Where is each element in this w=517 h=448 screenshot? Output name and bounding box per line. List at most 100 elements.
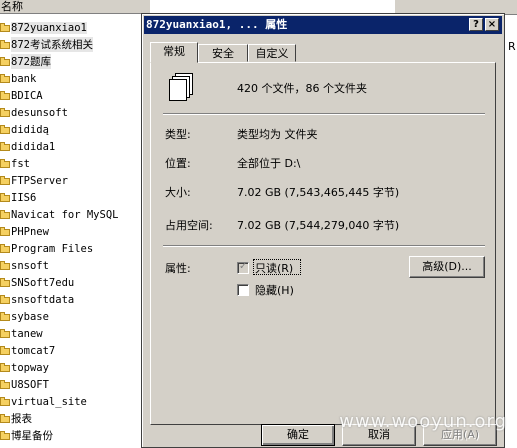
list-item[interactable]: tanew [0, 325, 150, 342]
type-value: 类型均为 文件夹 [237, 128, 318, 141]
list-item-name: 872考试系统相关 [11, 37, 93, 52]
size-on-disk-label: 占用空间: [165, 219, 213, 232]
list-item[interactable]: 872题库 [0, 53, 150, 70]
size-value: 7.02 GB (7,543,465,445 字节) [237, 186, 400, 199]
list-item[interactable]: Navicat for MySQL [0, 206, 150, 223]
folder-icon [0, 312, 10, 321]
list-item-name: BDICA [11, 89, 43, 102]
list-item-name: 872题库 [11, 54, 51, 69]
list-item-name: 报表 [11, 413, 32, 425]
folder-icon [0, 261, 10, 270]
folder-icon [0, 125, 10, 134]
list-item-name: tomcat7 [11, 344, 56, 357]
list-item-name: didida1 [11, 140, 56, 153]
folder-icon [0, 193, 10, 202]
file-list: 872yuanxiao1 872考试系统相关 872题库 bank BDICA desun… [0, 19, 150, 444]
list-item[interactable]: Program Files [0, 240, 150, 257]
folder-icon [0, 414, 10, 423]
list-item[interactable]: FTPServer [0, 172, 150, 189]
hidden-checkbox[interactable] [237, 284, 249, 296]
close-button[interactable]: × [485, 18, 499, 31]
multiple-files-icon [169, 73, 195, 103]
advanced-button[interactable]: 高级(D)... [409, 256, 485, 278]
list-item-name: snsoftdata [11, 293, 75, 306]
name-column-label: 名称 [1, 0, 23, 13]
folder-icon [0, 74, 10, 83]
name-column-header[interactable]: 名称 [0, 0, 150, 14]
list-item-name: topway [11, 361, 49, 374]
list-item-name: PHPnew [11, 225, 49, 238]
folder-icon [0, 431, 10, 440]
folder-icon [0, 40, 10, 49]
list-item[interactable]: snsoft [0, 257, 150, 274]
list-item-name: Program Files [11, 242, 94, 255]
list-item[interactable]: snsoftdata [0, 291, 150, 308]
watermark-text: www.wooyun.org [339, 411, 507, 432]
list-item[interactable]: tomcat7 [0, 342, 150, 359]
list-item-name: 博星备份 [11, 430, 53, 442]
list-item[interactable]: 872考试系统相关 [0, 36, 150, 53]
list-item-name: sybase [11, 310, 49, 323]
list-item[interactable]: 博星备份 [0, 427, 150, 444]
list-item[interactable]: PHPnew [0, 223, 150, 240]
list-item[interactable]: SNSoft7edu [0, 274, 150, 291]
truncated-column-text: R [508, 40, 516, 53]
list-item[interactable]: dididą [0, 121, 150, 138]
folder-icon [0, 57, 10, 66]
list-item-name: desunsoft [11, 106, 68, 119]
list-item-name: snsoft [11, 259, 49, 272]
folder-icon [0, 346, 10, 355]
selection-summary: 420 个文件，86 个文件夹 [237, 82, 367, 95]
list-item[interactable]: BDICA [0, 87, 150, 104]
list-item-name: FTPServer [11, 174, 68, 187]
help-button[interactable]: ? [469, 18, 483, 31]
list-item[interactable]: topway [0, 359, 150, 376]
type-label: 类型: [165, 128, 191, 141]
list-item-name: 872yuanxiao1 [11, 21, 87, 34]
folder-icon [0, 329, 10, 338]
dialog-title: 872yuanxiao1, ... 属性 [146, 18, 288, 31]
properties-dialog: 872yuanxiao1, ... 属性 ? × 常规 安全 自定义 420 个… [141, 13, 505, 448]
dialog-titlebar[interactable]: 872yuanxiao1, ... 属性 ? × [144, 16, 502, 34]
list-item-name: Navicat for MySQL [11, 208, 119, 221]
folder-icon [0, 380, 10, 389]
tab-security[interactable]: 安全 [198, 44, 248, 62]
list-item[interactable]: sybase [0, 308, 150, 325]
list-item[interactable]: 报表 [0, 410, 150, 427]
folder-icon [0, 227, 10, 236]
folder-icon [0, 142, 10, 151]
general-tab-panel: 420 个文件，86 个文件夹 类型: 类型均为 文件夹 位置: 全部位于 D:… [150, 62, 496, 425]
readonly-checkbox[interactable]: ✓ [237, 261, 249, 274]
check-mark-icon: ✓ [239, 261, 248, 272]
folder-icon [0, 176, 10, 185]
separator [163, 113, 485, 115]
list-item[interactable]: bank [0, 70, 150, 87]
location-value: 全部位于 D:\ [237, 157, 301, 170]
hidden-label[interactable]: 隐藏(H) [255, 282, 294, 298]
list-item[interactable]: fst [0, 155, 150, 172]
folder-icon [0, 210, 10, 219]
list-item-name: SNSoft7edu [11, 276, 75, 289]
folder-icon [0, 295, 10, 304]
list-item[interactable]: virtual_site [0, 393, 150, 410]
readonly-label[interactable]: 只读(R) [255, 260, 293, 276]
list-item-name: dididą [11, 123, 49, 136]
list-item[interactable]: IIS6 [0, 189, 150, 206]
separator [163, 245, 485, 247]
list-item[interactable]: U8SOFT [0, 376, 150, 393]
folder-icon [0, 397, 10, 406]
list-item-name: fst [11, 157, 30, 170]
list-item-name: tanew [11, 327, 43, 340]
folder-icon [0, 159, 10, 168]
list-item[interactable]: didida1 [0, 138, 150, 155]
list-item[interactable]: desunsoft [0, 104, 150, 121]
tab-custom[interactable]: 自定义 [248, 44, 296, 62]
ok-button[interactable]: 确定 [261, 424, 335, 446]
tab-general[interactable]: 常规 [150, 42, 198, 63]
folder-icon [0, 278, 10, 287]
location-label: 位置: [165, 157, 191, 170]
list-item[interactable]: 872yuanxiao1 [0, 19, 150, 36]
list-item-name: U8SOFT [11, 378, 49, 391]
folder-icon [0, 108, 10, 117]
list-item-name: virtual_site [11, 395, 87, 408]
